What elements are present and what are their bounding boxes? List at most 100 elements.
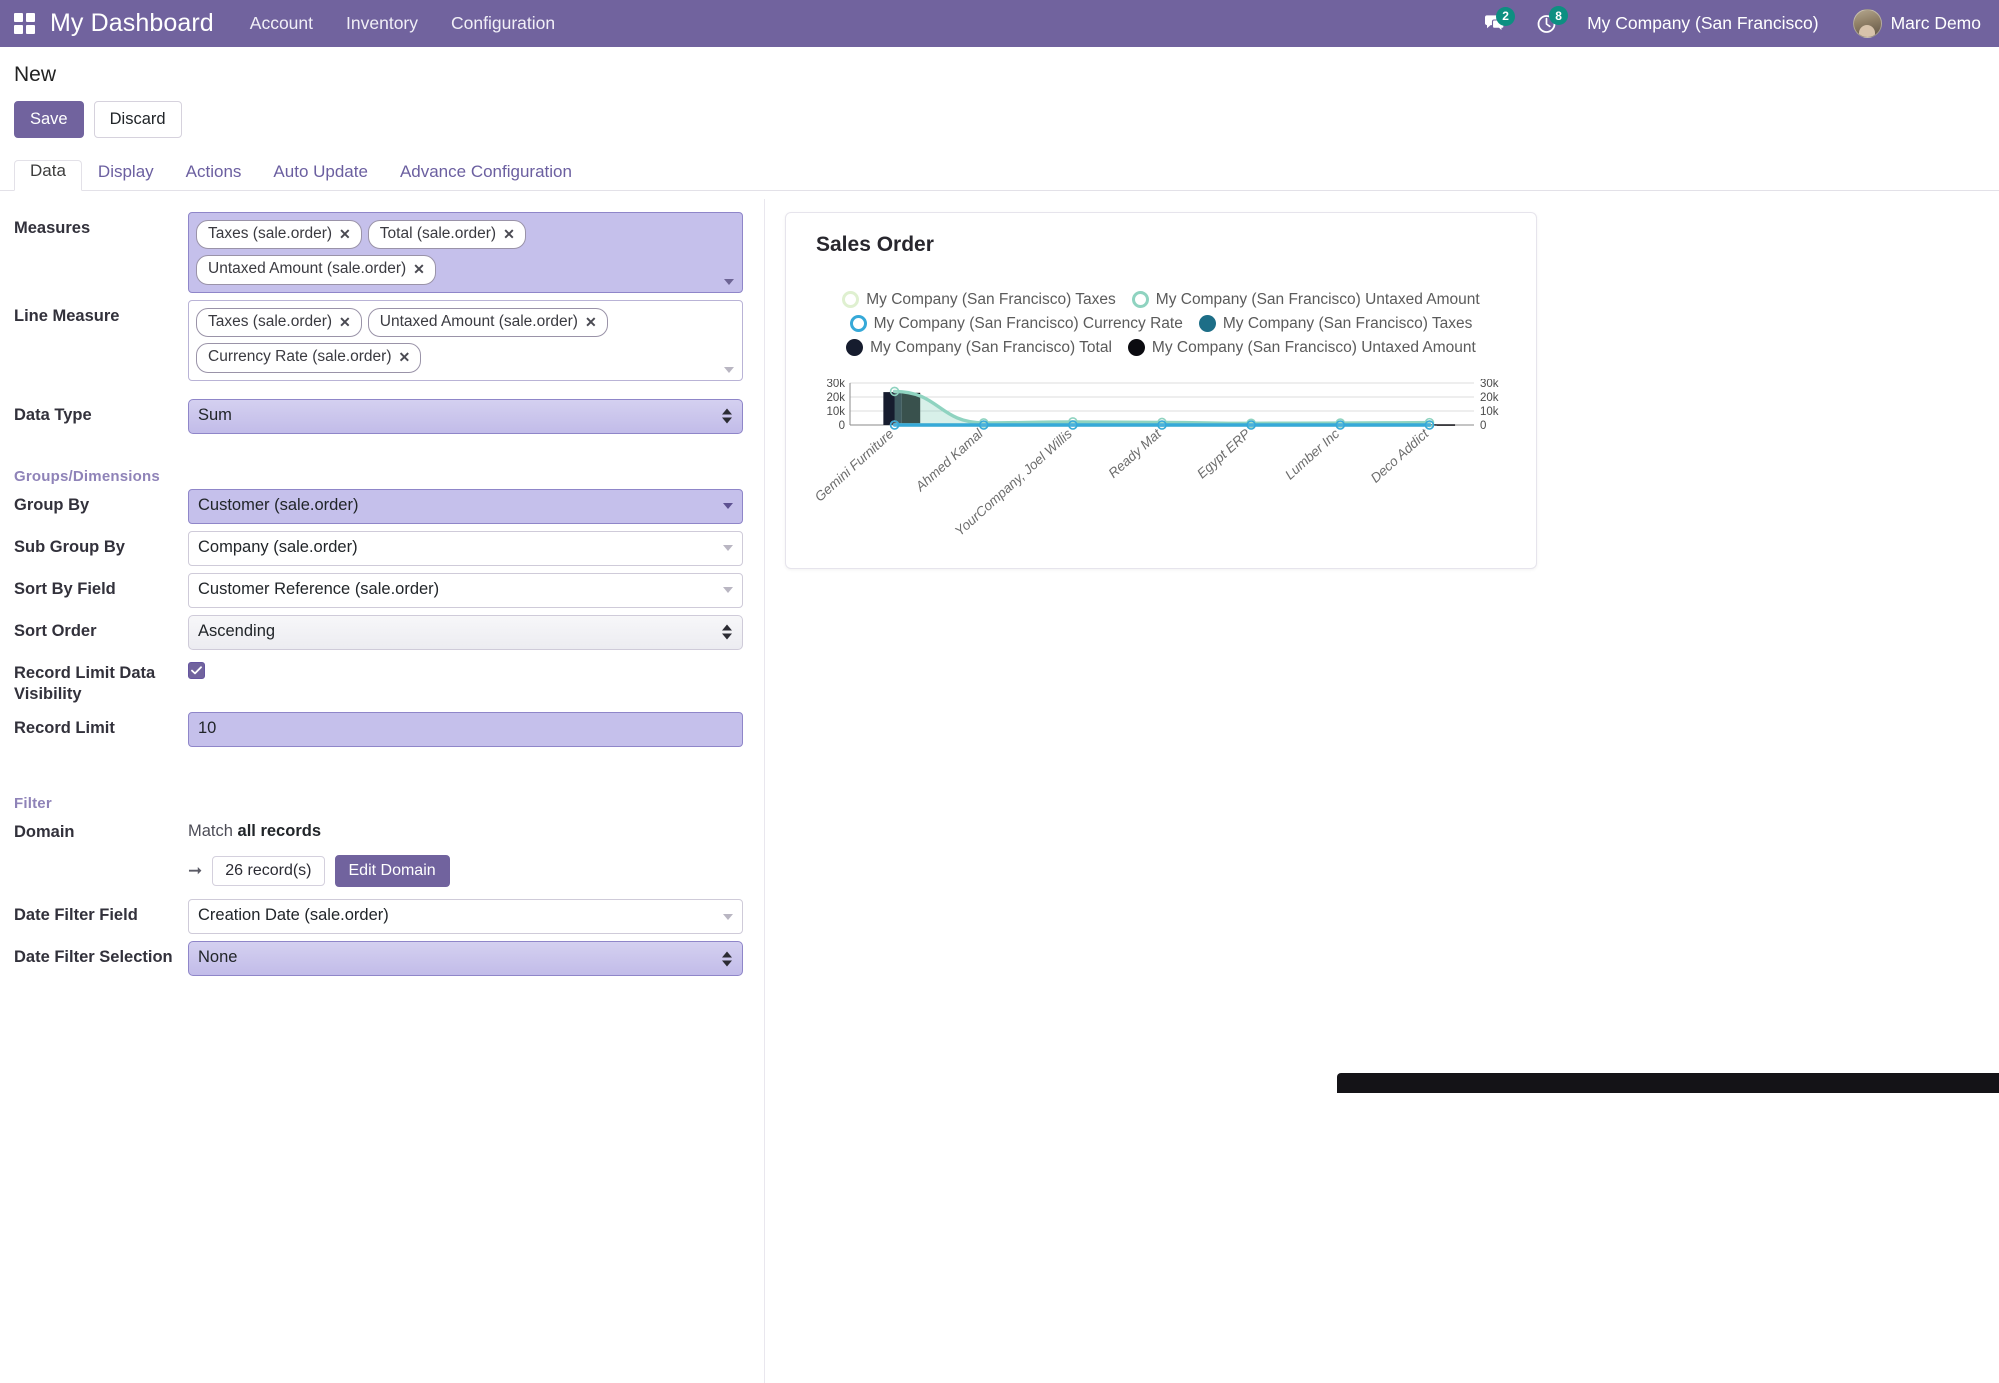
data-type-select[interactable]: Sum [188, 399, 743, 434]
record-count-button[interactable]: 26 record(s) [212, 856, 324, 886]
legend-label: My Company (San Francisco) Untaxed Amoun… [1156, 291, 1480, 309]
field-date-filter-selection: Date Filter Selection None [0, 941, 785, 976]
legend-row: My Company (San Francisco) Currency Rate… [850, 315, 1473, 333]
legend-label: My Company (San Francisco) Taxes [866, 291, 1116, 309]
close-icon[interactable]: ✕ [413, 259, 425, 279]
close-icon[interactable]: ✕ [398, 347, 410, 367]
field-date-filter-field: Date Filter Field Creation Date (sale.or… [0, 899, 785, 934]
tag-label: Taxes (sale.order) [208, 311, 332, 333]
field-line-measure: Line Measure Taxes (sale.order) ✕ Untaxe… [0, 300, 785, 381]
line-measure-input[interactable]: Taxes (sale.order) ✕ Untaxed Amount (sal… [188, 300, 743, 381]
legend-row: My Company (San Francisco) Taxes My Comp… [842, 291, 1479, 309]
tag-item[interactable]: Currency Rate (sale.order) ✕ [196, 343, 421, 372]
edit-domain-button[interactable]: Edit Domain [335, 855, 450, 887]
group-by-label: Group By [0, 489, 188, 516]
brand-title[interactable]: My Dashboard [50, 9, 214, 38]
sort-order-select[interactable]: Ascending [188, 615, 743, 650]
tab-auto-update[interactable]: Auto Update [257, 161, 384, 191]
tag-item[interactable]: Untaxed Amount (sale.order) ✕ [368, 308, 608, 337]
x-axis-tick-label: Ahmed Kamal [912, 425, 987, 494]
date-filter-selection-label: Date Filter Selection [0, 941, 188, 968]
close-icon[interactable]: ✕ [503, 224, 515, 244]
breadcrumb: New [0, 47, 1999, 87]
company-switcher[interactable]: My Company (San Francisco) [1587, 13, 1818, 34]
domain-match-text: Match all records [188, 816, 743, 841]
tag-item[interactable]: Untaxed Amount (sale.order) ✕ [196, 255, 436, 284]
chart-svg: 0010k10k20k20k30k30kGemini FurnitureAhme… [804, 379, 1520, 547]
chart-marker [891, 421, 899, 429]
legend-label: My Company (San Francisco) Untaxed Amoun… [1152, 339, 1476, 357]
legend-item[interactable]: My Company (San Francisco) Taxes [842, 291, 1116, 309]
close-icon[interactable]: ✕ [339, 224, 351, 244]
legend-label: My Company (San Francisco) Total [870, 339, 1112, 357]
tag-label: Untaxed Amount (sale.order) [208, 258, 406, 280]
chart-column: Sales Order My Company (San Francisco) T… [785, 191, 1537, 984]
field-sort-order: Sort Order Ascending [0, 615, 785, 650]
save-button[interactable]: Save [14, 101, 84, 138]
legend-item[interactable]: My Company (San Francisco) Currency Rate [850, 315, 1183, 333]
chart-marker [1336, 421, 1344, 429]
field-record-limit: Record Limit 10 [0, 712, 785, 747]
tag-item[interactable]: Total (sale.order) ✕ [368, 220, 526, 249]
menu-item-account[interactable]: Account [250, 13, 313, 34]
section-groups-dimensions: Groups/Dimensions [0, 460, 785, 489]
user-name: Marc Demo [1891, 13, 1981, 34]
legend-label: My Company (San Francisco) Taxes [1223, 315, 1473, 333]
measures-input[interactable]: Taxes (sale.order) ✕ Total (sale.order) … [188, 212, 743, 293]
legend-item[interactable]: My Company (San Francisco) Untaxed Amoun… [1132, 291, 1480, 309]
discard-button[interactable]: Discard [94, 101, 182, 138]
chart-marker [1158, 421, 1166, 429]
date-filter-field-select[interactable]: Creation Date (sale.order) [188, 899, 743, 934]
y2-axis-tick-label: 30k [1480, 379, 1499, 390]
y2-axis-tick-label: 0 [1480, 420, 1486, 432]
legend-marker-solid [1199, 315, 1216, 332]
y2-axis-tick-label: 10k [1480, 406, 1499, 418]
legend-marker-solid [1128, 339, 1145, 356]
sales-order-chart-card: Sales Order My Company (San Francisco) T… [785, 212, 1537, 569]
chevron-down-icon[interactable] [724, 367, 734, 373]
chart-marker [1247, 421, 1255, 429]
tag-label: Taxes (sale.order) [208, 223, 332, 245]
field-data-type: Data Type Sum [0, 399, 785, 434]
field-domain: Domain Match all records ➞ 26 record(s) … [0, 816, 785, 887]
sort-by-field-select[interactable]: Customer Reference (sale.order) [188, 573, 743, 608]
tab-data[interactable]: Data [14, 160, 82, 191]
apps-grid-icon[interactable] [14, 13, 36, 35]
measures-label: Measures [0, 212, 188, 239]
field-sub-group-by: Sub Group By Company (sale.order) [0, 531, 785, 566]
form-sheet: Measures Taxes (sale.order) ✕ Total (sal… [0, 191, 1999, 984]
bottom-overlay-strip [1337, 1073, 1999, 1093]
record-limit-input[interactable]: 10 [188, 712, 743, 747]
arrow-right-icon: ➞ [188, 861, 202, 881]
domain-actions: ➞ 26 record(s) Edit Domain [188, 855, 743, 887]
record-limit-visibility-checkbox[interactable] [188, 662, 205, 679]
tab-actions[interactable]: Actions [170, 161, 258, 191]
legend-item[interactable]: My Company (San Francisco) Untaxed Amoun… [1128, 339, 1476, 357]
sub-group-by-select[interactable]: Company (sale.order) [188, 531, 743, 566]
group-by-select[interactable]: Customer (sale.order) [188, 489, 743, 524]
y-axis-tick-label: 20k [826, 392, 845, 404]
date-filter-selection-select[interactable]: None [188, 941, 743, 976]
activities-button[interactable]: 8 [1536, 13, 1557, 34]
close-icon[interactable]: ✕ [585, 312, 597, 332]
tag-item[interactable]: Taxes (sale.order) ✕ [196, 220, 362, 249]
top-navbar: My Dashboard Account Inventory Configura… [0, 0, 1999, 47]
chevron-down-icon[interactable] [724, 279, 734, 285]
legend-label: My Company (San Francisco) Currency Rate [874, 315, 1183, 333]
tab-display[interactable]: Display [82, 161, 170, 191]
tag-label: Total (sale.order) [380, 223, 496, 245]
tab-advance-configuration[interactable]: Advance Configuration [384, 161, 588, 191]
legend-item[interactable]: My Company (San Francisco) Total [846, 339, 1112, 357]
close-icon[interactable]: ✕ [339, 312, 351, 332]
chart-marker [1069, 421, 1077, 429]
legend-item[interactable]: My Company (San Francisco) Taxes [1199, 315, 1473, 333]
messages-button[interactable]: 2 [1483, 14, 1506, 34]
menu-item-configuration[interactable]: Configuration [451, 13, 555, 34]
user-menu[interactable]: Marc Demo [1853, 9, 1981, 38]
y-axis-tick-label: 0 [839, 420, 845, 432]
tag-item[interactable]: Taxes (sale.order) ✕ [196, 308, 362, 337]
checkmark-icon [191, 666, 202, 675]
menu-item-inventory[interactable]: Inventory [346, 13, 418, 34]
field-group-by: Group By Customer (sale.order) [0, 489, 785, 524]
x-axis-tick-label: Egypt ERP [1194, 426, 1253, 481]
